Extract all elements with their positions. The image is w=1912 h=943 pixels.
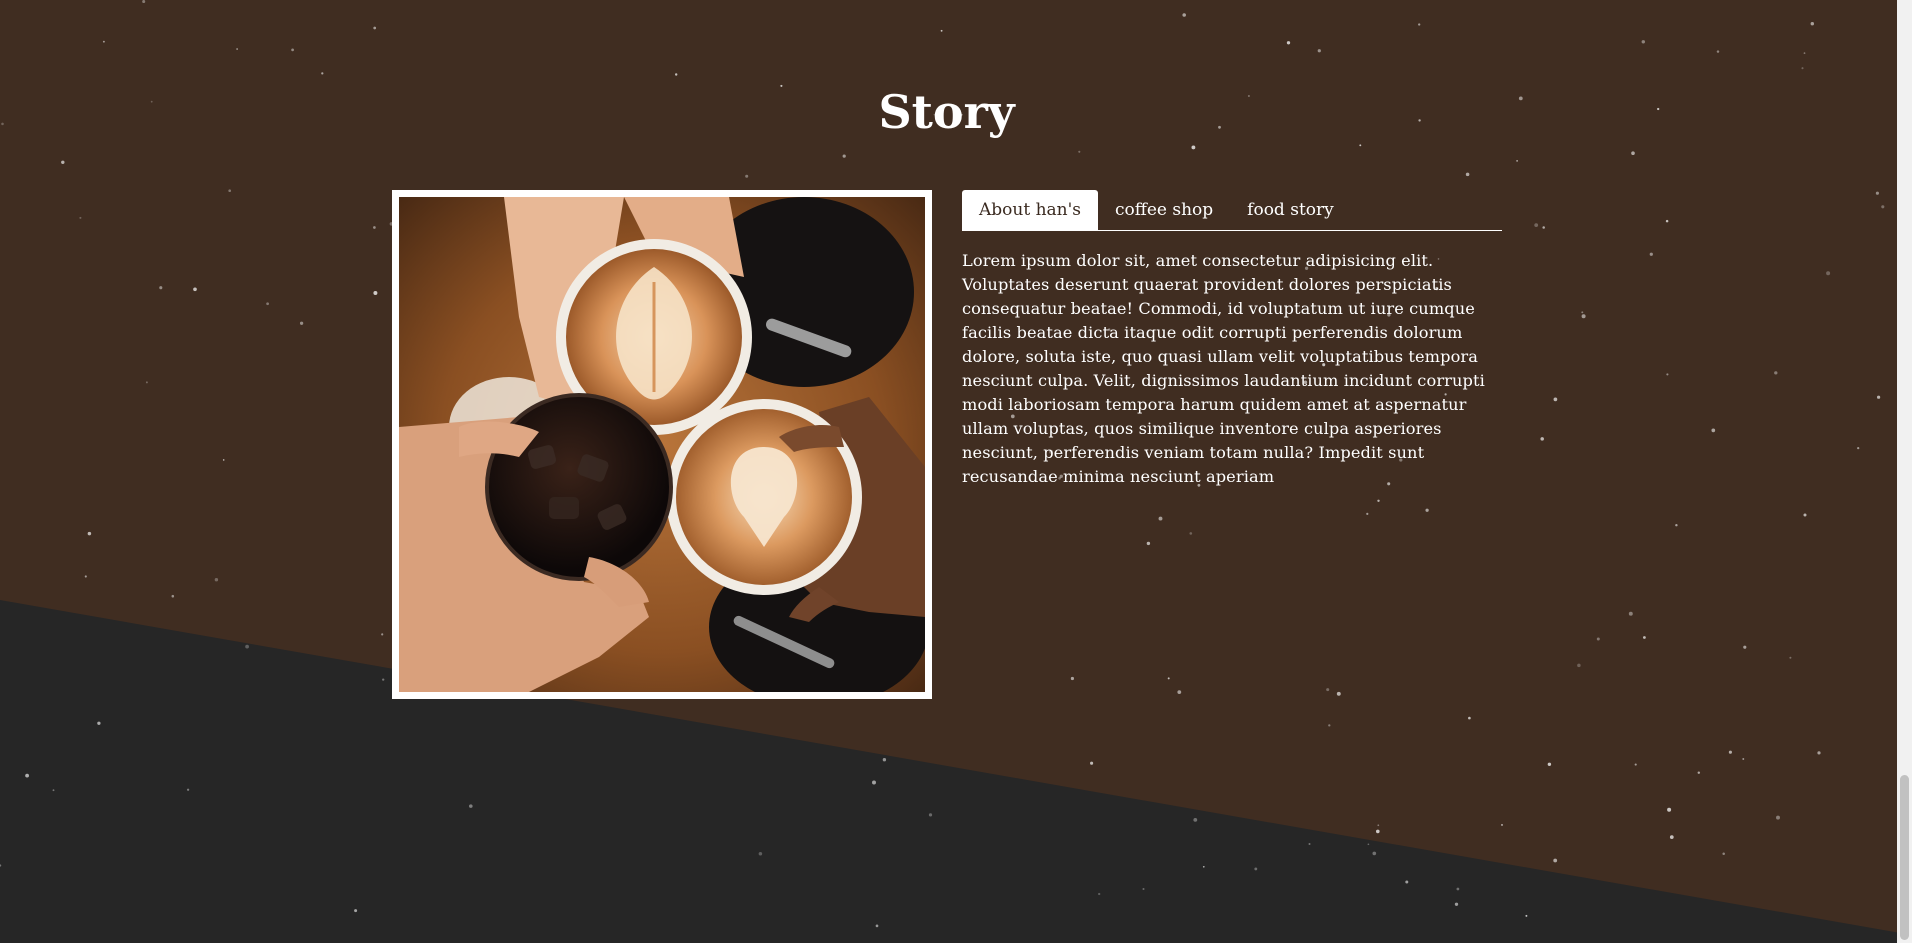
story-tabs: About han's coffee shop food story (962, 190, 1502, 231)
tab-food-story[interactable]: food story (1230, 190, 1351, 230)
story-photo-frame (392, 190, 932, 699)
scrollbar-thumb[interactable] (1900, 775, 1909, 940)
section-title: Story (878, 85, 1015, 139)
tab-content-text: Lorem ipsum dolor sit, amet consectetur … (962, 251, 1485, 486)
tab-about-hans[interactable]: About han's (962, 190, 1099, 230)
page-scrollbar[interactable] (1897, 0, 1912, 943)
coffee-cups-photo (399, 197, 925, 692)
tab-coffee-shop[interactable]: coffee shop (1098, 190, 1230, 230)
